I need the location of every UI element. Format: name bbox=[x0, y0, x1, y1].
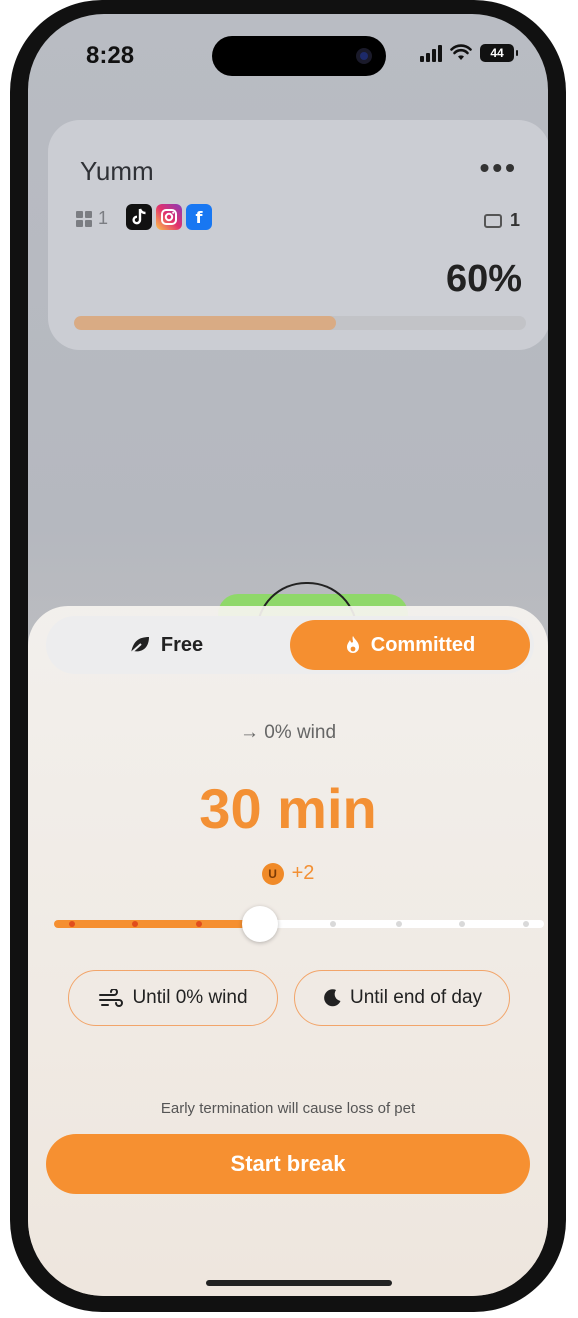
wind-icon bbox=[99, 989, 124, 1007]
until-wind-label: Until 0% wind bbox=[132, 987, 248, 1008]
status-icons: 44 bbox=[420, 44, 518, 62]
start-break-button[interactable]: Start break bbox=[46, 1134, 530, 1194]
slider-step-dot bbox=[523, 921, 529, 927]
break-sheet: Free Committed → 0% wind 30 min U +2 Unt… bbox=[28, 606, 548, 1296]
mode-committed-label: Committed bbox=[370, 633, 476, 656]
usage-percent: 60% bbox=[445, 258, 522, 300]
slider-step-dot bbox=[459, 921, 465, 927]
group-count: 1 bbox=[98, 208, 109, 228]
mode-toggle: Free Committed bbox=[46, 616, 534, 674]
more-options-icon[interactable]: ••• bbox=[480, 152, 518, 184]
coin-reward: U +2 bbox=[28, 862, 548, 885]
slider-step-dot bbox=[330, 921, 336, 927]
cellular-signal-icon bbox=[420, 44, 442, 62]
camera-icon bbox=[356, 48, 372, 64]
battery-indicator: 44 bbox=[480, 44, 518, 62]
leaf-icon bbox=[130, 637, 149, 654]
break-duration: 30 min bbox=[199, 777, 377, 840]
usage-progress-bar bbox=[74, 316, 526, 330]
until-wind-button[interactable]: Until 0% wind bbox=[68, 970, 278, 1026]
slider-step-dot bbox=[69, 921, 75, 927]
slider-step-dot bbox=[196, 921, 202, 927]
slider-fill bbox=[54, 920, 260, 928]
slider-step-dot bbox=[396, 921, 402, 927]
instagram-icon bbox=[156, 204, 182, 230]
home-indicator[interactable] bbox=[206, 1280, 392, 1286]
grid-icon bbox=[76, 210, 92, 227]
keyboard-count: 1 bbox=[483, 210, 520, 231]
coin-icon: U bbox=[261, 862, 284, 885]
slider-thumb[interactable] bbox=[241, 906, 278, 942]
widget-title: Yumm bbox=[80, 156, 154, 186]
slider-step-dot bbox=[132, 921, 138, 927]
app-group-count: 1 bbox=[76, 208, 108, 229]
dynamic-island bbox=[212, 36, 386, 76]
facebook-icon: f bbox=[186, 204, 212, 230]
mode-committed-button[interactable]: Committed bbox=[290, 620, 530, 670]
reward-amount: +2 bbox=[291, 862, 315, 884]
blocked-apps: f bbox=[126, 204, 212, 230]
flame-icon bbox=[346, 636, 359, 653]
mode-free-button[interactable]: Free bbox=[46, 616, 286, 674]
mode-free-label: Free bbox=[160, 633, 204, 656]
until-end-of-day-label: Until end of day bbox=[349, 987, 483, 1008]
usage-progress-fill bbox=[74, 316, 337, 330]
until-end-of-day-button[interactable]: Until end of day bbox=[294, 970, 510, 1026]
screen: 8:28 44 Yumm ••• 1 f 1 60% Free Committe… bbox=[28, 14, 548, 1296]
duration-slider[interactable] bbox=[54, 906, 544, 942]
wifi-icon bbox=[450, 44, 472, 60]
tiktok-icon bbox=[126, 204, 152, 230]
wind-indicator: → 0% wind bbox=[239, 722, 337, 743]
termination-warning: Early termination will cause loss of pet bbox=[160, 1100, 416, 1117]
keyboard-icon bbox=[483, 213, 502, 228]
keyboard-count-value: 1 bbox=[509, 210, 520, 230]
phone-frame: 8:28 44 Yumm ••• 1 f 1 60% Free Committe… bbox=[10, 0, 566, 1312]
blocking-widget[interactable]: Yumm ••• 1 f 1 60% bbox=[48, 120, 548, 350]
status-time: 8:28 bbox=[86, 42, 135, 69]
moon-icon bbox=[324, 989, 341, 1007]
